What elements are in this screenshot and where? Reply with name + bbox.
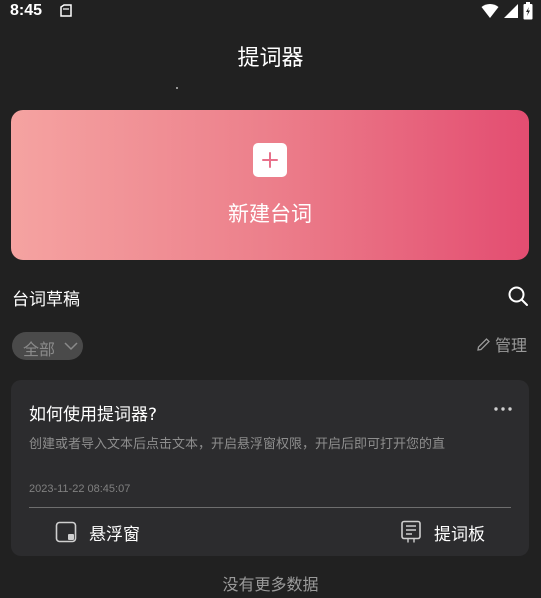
status-bar: 8:45 — [0, 0, 541, 26]
floating-window-icon — [55, 521, 77, 543]
teleprompter-board-label: 提词板 — [434, 524, 485, 545]
teleprompter-board-button[interactable]: 提词板 — [400, 519, 485, 545]
script-card[interactable]: 如何使用提词器? 创建或者导入文本后点击文本，开启悬浮窗权限，开启后即可打开您的… — [11, 380, 529, 556]
filter-dropdown[interactable]: 全部 — [12, 332, 83, 360]
battery-icon — [523, 2, 533, 20]
pencil-icon — [477, 337, 490, 351]
search-icon[interactable] — [506, 284, 530, 308]
more-horizontal-icon[interactable] — [493, 404, 513, 414]
filter-selected: 全部 — [23, 340, 56, 359]
manage-button[interactable]: 管理 — [476, 333, 527, 355]
new-script-label: 新建台词 — [228, 202, 312, 226]
section-title: 台词草稿 — [12, 290, 80, 310]
decorative-dot — [176, 87, 178, 89]
status-time: 8:45 — [10, 2, 43, 19]
script-date: 2023-11-22 08:45:07 — [29, 483, 131, 495]
status-icons — [481, 2, 533, 20]
floating-window-label: 悬浮窗 — [89, 524, 140, 545]
script-title: 如何使用提词器? — [29, 405, 158, 425]
manage-label: 管理 — [495, 336, 528, 355]
no-more-data: 没有更多数据 — [222, 575, 319, 594]
card-divider — [29, 507, 511, 508]
notification-icon — [60, 4, 72, 17]
floating-window-button[interactable]: 悬浮窗 — [55, 519, 140, 545]
teleprompter-board-icon — [401, 520, 421, 543]
page-title: 提词器 — [237, 46, 304, 71]
script-preview: 创建或者导入文本后点击文本，开启悬浮窗权限，开启后即可打开您的直 — [29, 437, 446, 452]
chevron-down-icon — [64, 342, 78, 351]
signal-icon — [504, 4, 518, 18]
wifi-icon — [481, 4, 499, 18]
new-script-button[interactable]: 新建台词 — [11, 110, 529, 260]
plus-icon — [253, 143, 287, 177]
